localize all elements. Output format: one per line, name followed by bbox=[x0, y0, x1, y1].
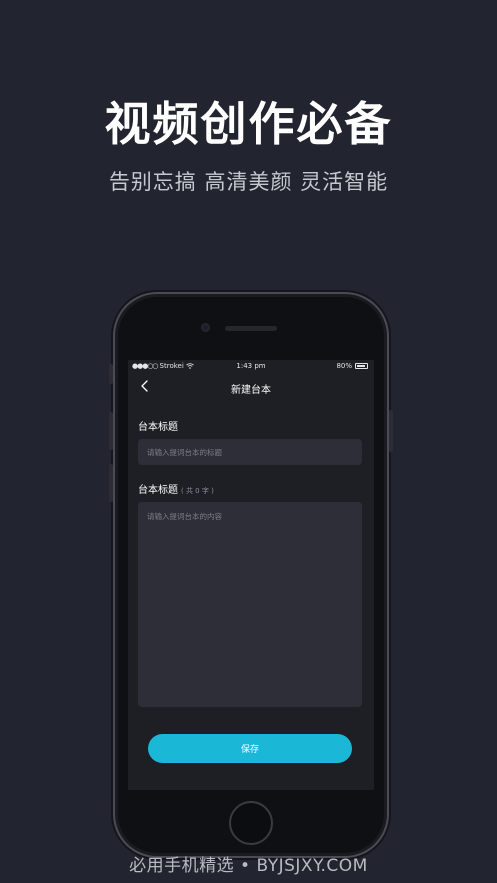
front-camera bbox=[201, 323, 210, 332]
power-button bbox=[389, 410, 393, 452]
volume-up-button bbox=[109, 412, 113, 450]
page-title: 新建台本 bbox=[231, 385, 271, 396]
content-label-row: 台本标题( 共 0 字 ) bbox=[138, 481, 214, 496]
title-label: 台本标题 bbox=[138, 422, 178, 433]
script-content-input[interactable] bbox=[138, 502, 362, 707]
mute-switch bbox=[109, 364, 113, 384]
hero-subtitle: 告别忘搞 高清美颜 灵活智能 bbox=[108, 170, 389, 194]
save-button[interactable]: 保存 bbox=[148, 734, 352, 763]
phone-screen: ●●●○○ Strokei 1:43 pm 80% 新建台本 台本标题 请输入提… bbox=[128, 360, 374, 790]
status-bar: ●●●○○ Strokei 1:43 pm 80% bbox=[128, 360, 374, 372]
battery-icon bbox=[355, 363, 368, 369]
script-title-input[interactable] bbox=[138, 439, 362, 465]
home-button bbox=[229, 801, 273, 845]
nav-bar: 新建台本 bbox=[128, 376, 374, 400]
hero-title: 视频创作必备 bbox=[104, 97, 393, 151]
earpiece-speaker bbox=[225, 326, 277, 331]
battery-percent: 80% bbox=[336, 362, 352, 370]
phone-mockup: ●●●○○ Strokei 1:43 pm 80% 新建台本 台本标题 请输入提… bbox=[109, 292, 393, 858]
watermark-text: 必用手机精选 • BYJSJXY.COM bbox=[129, 856, 368, 876]
word-count: ( 共 0 字 ) bbox=[181, 487, 214, 495]
content-label: 台本标题 bbox=[138, 485, 178, 496]
volume-down-button bbox=[109, 464, 113, 502]
